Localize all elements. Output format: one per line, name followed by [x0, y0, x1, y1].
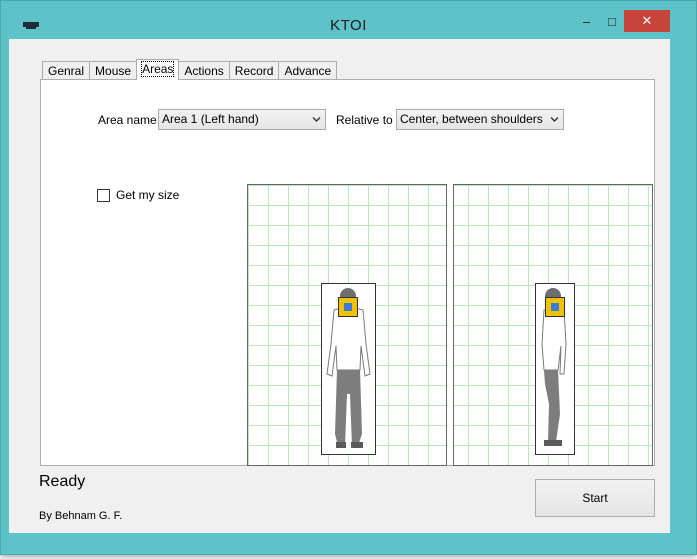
maximize-button[interactable]: □	[601, 10, 623, 32]
tab-advance[interactable]: Advance	[278, 61, 338, 80]
get-my-size-label[interactable]: Get my size	[116, 188, 179, 202]
area-marker[interactable]	[338, 297, 358, 317]
author-credit: By Behnam G. F.	[39, 510, 123, 522]
tab-areas[interactable]: Areas	[136, 59, 180, 80]
tab-record[interactable]: Record	[228, 61, 280, 80]
get-my-size-checkbox[interactable]	[97, 189, 110, 202]
close-button[interactable]: ✕	[624, 10, 670, 32]
area-name-dropdown[interactable]: Area 1 (Left hand)	[158, 109, 326, 130]
relative-to-value: Center, between shoulders	[400, 112, 543, 126]
app-window: KTOI – □ ✕ Genral Mouse Areas Actions Re…	[0, 0, 697, 555]
area-marker[interactable]	[545, 297, 565, 317]
tab-strip: Genral Mouse Areas Actions Record Advanc…	[42, 59, 338, 80]
minimize-button[interactable]: –	[573, 10, 600, 32]
tab-genral[interactable]: Genral	[42, 61, 91, 80]
start-button[interactable]: Start	[535, 479, 655, 517]
title-bar[interactable]: KTOI – □ ✕	[1, 1, 696, 39]
side-person-frame	[535, 283, 575, 455]
area-name-label: Area name	[98, 113, 157, 127]
front-view-grid[interactable]	[247, 184, 447, 466]
front-person-frame	[321, 283, 376, 455]
tab-mouse[interactable]: Mouse	[89, 61, 138, 80]
window-client-area: Genral Mouse Areas Actions Record Advanc…	[9, 39, 670, 533]
relative-to-label: Relative to	[336, 113, 393, 127]
side-view-grid[interactable]	[453, 184, 653, 466]
tab-actions[interactable]: Actions	[178, 61, 230, 80]
chevron-down-icon	[312, 117, 321, 122]
chevron-down-icon	[550, 117, 559, 122]
area-name-value: Area 1 (Left hand)	[162, 112, 259, 126]
areas-tab-page: Area name Area 1 (Left hand) Relative to…	[40, 79, 655, 466]
status-text: Ready	[39, 473, 86, 490]
relative-to-dropdown[interactable]: Center, between shoulders	[396, 109, 564, 130]
